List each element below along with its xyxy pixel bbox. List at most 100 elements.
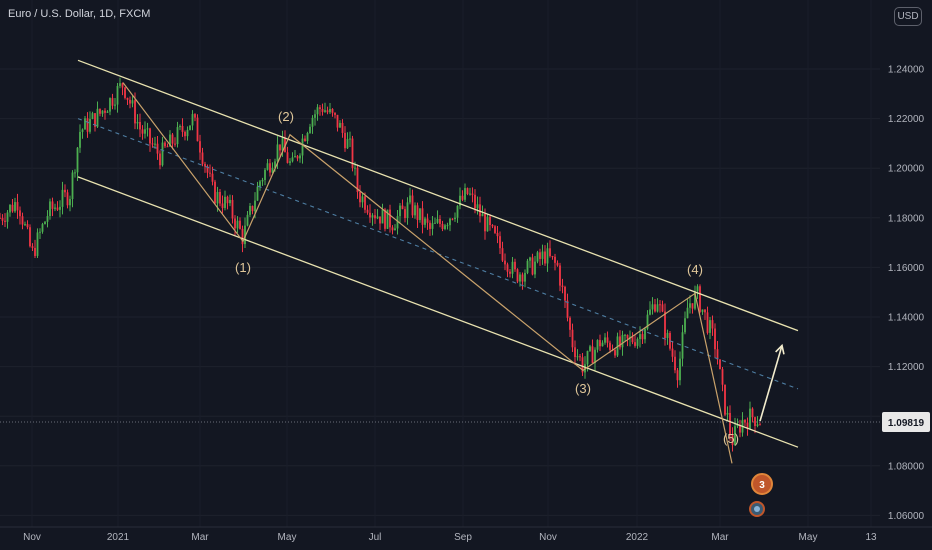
candle-body	[749, 408, 751, 429]
candle-body	[261, 179, 264, 182]
candle-body	[326, 110, 329, 113]
candle-body	[526, 260, 529, 273]
candle-body	[214, 181, 216, 204]
candle-body	[561, 285, 564, 287]
grid	[0, 0, 880, 527]
candle-body	[701, 309, 704, 312]
candle-body	[171, 134, 174, 144]
candle-body	[201, 152, 204, 164]
candle-body	[579, 356, 581, 358]
candle-body	[344, 132, 346, 149]
price-tick-label: 1.22000	[888, 114, 925, 125]
candle-body	[719, 359, 721, 370]
price-tick-label: 1.06000	[888, 511, 925, 522]
candle-body	[479, 204, 481, 217]
candle-body	[456, 205, 459, 218]
candle-body	[239, 220, 241, 229]
candle-body	[314, 114, 316, 118]
candle-body	[671, 348, 674, 357]
candle-body	[109, 98, 111, 112]
candle-body	[636, 339, 639, 346]
currency-selector[interactable]: USD	[894, 7, 922, 26]
candle-body	[304, 138, 306, 142]
candle-body	[529, 257, 531, 261]
candle-body	[609, 342, 611, 350]
candle-body	[389, 209, 391, 228]
candle-body	[631, 336, 634, 343]
candle-body	[54, 207, 56, 209]
candle-body	[664, 311, 666, 339]
candle-body	[349, 138, 351, 140]
candle-body	[699, 286, 701, 312]
candle-body	[376, 216, 379, 219]
candles	[0, 77, 761, 452]
time-tick-label: Mar	[191, 532, 209, 543]
candle-body	[196, 117, 199, 142]
candle-body	[61, 189, 64, 207]
candle-body	[129, 99, 131, 104]
candle-body	[506, 264, 509, 272]
time-tick-label: May	[799, 532, 818, 543]
candle-body	[606, 337, 609, 343]
candle-body	[224, 196, 226, 209]
candle-body	[321, 109, 324, 112]
wave-label-4: (4)	[687, 262, 703, 277]
candle-body	[571, 329, 574, 348]
event-icons[interactable]: 3	[749, 473, 773, 517]
candle-body	[439, 218, 441, 224]
candle-body	[601, 342, 604, 347]
last-price-label: 1.09819	[888, 418, 925, 429]
candle-body	[509, 271, 511, 274]
candle-body	[16, 202, 19, 211]
candle-body	[131, 100, 134, 104]
candle-body	[301, 138, 304, 156]
candle-body	[409, 195, 411, 203]
candle-body	[96, 108, 99, 127]
candle-body	[219, 191, 221, 204]
candle-body	[359, 192, 361, 203]
candle-body	[759, 424, 761, 426]
candle-body	[11, 204, 14, 212]
candle-body	[431, 223, 434, 229]
candle-body	[414, 205, 416, 216]
price-chart[interactable]: (1) (2) (3) (4) (5) 1.24000 1.22000 1.20000 1.1…	[0, 0, 932, 550]
candle-body	[309, 126, 311, 133]
candle-body	[554, 256, 556, 263]
candle-body	[466, 188, 469, 194]
candle-body	[59, 206, 61, 210]
candle-body	[264, 169, 266, 180]
candle-body	[146, 128, 149, 130]
candle-body	[121, 83, 124, 88]
candle-body	[569, 317, 571, 330]
candle-body	[181, 125, 184, 132]
candle-body	[576, 356, 579, 358]
candle-body	[249, 205, 251, 215]
candle-body	[484, 214, 486, 232]
candle-body	[544, 251, 546, 264]
candle-body	[679, 358, 681, 381]
candle-body	[371, 215, 374, 218]
candle-body	[101, 110, 104, 114]
candle-body	[366, 209, 369, 213]
price-tick-label: 1.12000	[888, 362, 925, 373]
candle-body	[559, 265, 561, 286]
time-tick-label: Sep	[454, 532, 472, 543]
candle-body	[481, 214, 484, 217]
candle-body	[614, 350, 616, 356]
candle-body	[661, 304, 664, 312]
candle-body	[216, 191, 219, 204]
candle-body	[91, 113, 94, 119]
time-axis: Nov 2021 Mar May Jul Sep Nov 2022 Mar May 13	[0, 526, 932, 543]
candle-body	[744, 419, 746, 423]
candle-body	[714, 328, 716, 350]
candle-body	[751, 408, 754, 418]
candle-body	[229, 199, 231, 204]
candle-body	[684, 318, 686, 333]
candle-body	[296, 156, 299, 159]
candle-body	[99, 108, 101, 114]
candle-body	[654, 304, 656, 312]
candle-body	[424, 218, 426, 225]
candle-body	[116, 85, 119, 105]
candle-body	[194, 114, 196, 118]
candle-body	[14, 202, 16, 212]
